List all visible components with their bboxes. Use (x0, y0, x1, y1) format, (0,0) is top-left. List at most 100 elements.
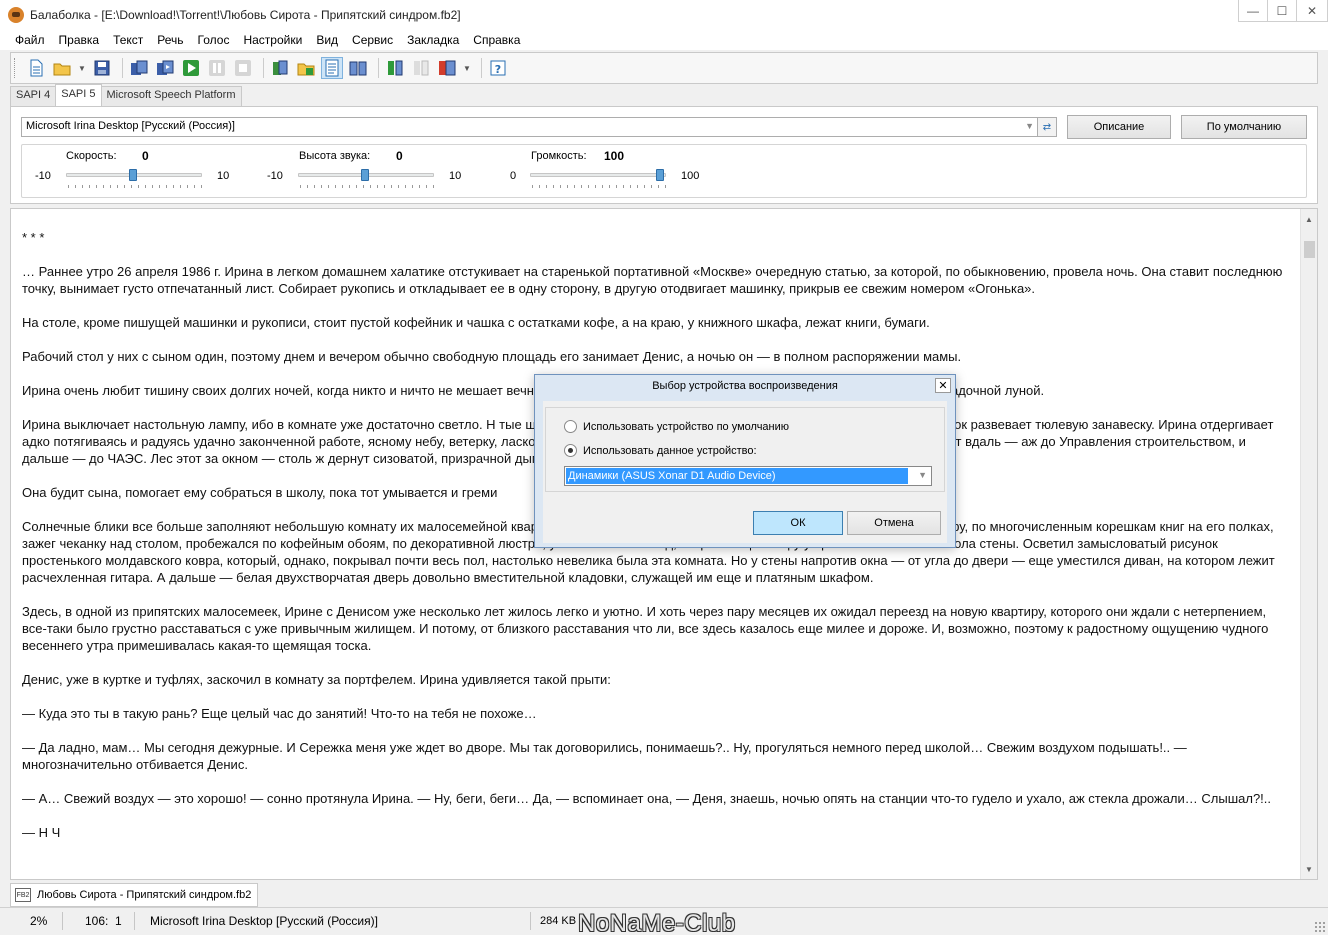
default-button[interactable]: По умолчанию (1181, 115, 1307, 139)
volume-slider-thumb[interactable] (656, 169, 664, 181)
document-paragraph[interactable]: Рабочий стол у них с сыном один, поэтому… (22, 348, 1292, 365)
status-percent: 2% (30, 914, 48, 928)
status-size: 284 KB (540, 915, 577, 927)
menu-bar: Файл Правка Текст Речь Голос Настройки В… (0, 30, 1328, 50)
document-paragraph[interactable]: — А… Свежий воздух — это хорошо! — сонно… (22, 790, 1292, 807)
sliders-group: Скорость: 0 -10 10 Высота звука: 0 -10 1… (21, 144, 1307, 198)
menu-edit[interactable]: Правка (52, 33, 107, 47)
scroll-up-icon[interactable]: ▲ (1301, 211, 1317, 227)
pitch-min: -10 (267, 170, 283, 182)
pitch-value: 0 (396, 149, 403, 163)
document-tab-label: Любовь Сирота - Припятский синдром.fb2 (37, 889, 252, 901)
option-specific-device[interactable]: Использовать данное устройство: (564, 444, 757, 457)
toolbar-separator (378, 58, 379, 78)
vertical-scrollbar[interactable]: ▲ ▼ (1300, 209, 1317, 879)
volume-label: Громкость: (531, 150, 587, 162)
document-paragraph[interactable]: Здесь, в одной из припятских малосемеек,… (22, 603, 1292, 654)
volume-max: 100 (681, 170, 700, 182)
volume-slider-track[interactable] (530, 173, 666, 177)
pitch-slider-thumb[interactable] (361, 169, 369, 181)
chevron-down-icon: ▼ (1025, 121, 1034, 131)
scroll-down-icon[interactable]: ▼ (1301, 861, 1317, 877)
window-title: Балаболка - [E:\Download!\Torrent!\Любов… (30, 8, 461, 22)
ok-button[interactable]: ОК (753, 511, 843, 535)
scroll-thumb[interactable] (1304, 241, 1315, 258)
dialog-close-button[interactable]: ✕ (935, 378, 951, 393)
menu-voice[interactable]: Голос (191, 33, 237, 47)
dictionary-icon[interactable] (436, 57, 458, 79)
close-button[interactable]: ✕ (1296, 0, 1328, 22)
minimize-button[interactable]: — (1238, 0, 1268, 22)
rate-max: 10 (217, 170, 230, 182)
radio-default[interactable] (564, 420, 577, 433)
document-paragraph[interactable]: * * * (22, 229, 1292, 246)
fb2-file-icon: FB2 (15, 888, 31, 902)
text-view-icon[interactable] (321, 57, 343, 79)
device-select[interactable]: Динамики (ASUS Xonar D1 Audio Device) ▼ (564, 466, 932, 486)
tab-speech-platform[interactable]: Microsoft Speech Platform (100, 86, 242, 106)
folder-read-icon[interactable] (295, 57, 317, 79)
description-button[interactable]: Описание (1067, 115, 1171, 139)
toolbar-separator (122, 58, 123, 78)
svg-text:?: ? (495, 63, 501, 76)
resize-grip[interactable] (1314, 921, 1326, 933)
status-separator (134, 912, 135, 930)
tab-sapi4[interactable]: SAPI 4 (10, 86, 57, 106)
option-default-label: Использовать устройство по умолчанию (583, 420, 790, 433)
rate-label: Скорость: (66, 150, 117, 162)
voice-select-value: Microsoft Irina Desktop [Русский (Россия… (26, 120, 235, 132)
swap-voice-icon[interactable]: ⇄ (1037, 117, 1057, 137)
menu-speech[interactable]: Речь (150, 33, 190, 47)
menu-service[interactable]: Сервис (345, 33, 400, 47)
dictionary-dropdown-icon[interactable]: ▼ (462, 57, 472, 79)
document-paragraph[interactable]: На столе, кроме пишущей машинки и рукопи… (22, 314, 1292, 331)
help-icon[interactable]: ? (487, 57, 509, 79)
compare-icon[interactable] (410, 57, 432, 79)
menu-file[interactable]: Файл (8, 33, 52, 47)
split-icon[interactable] (384, 57, 406, 79)
menu-bookmark[interactable]: Закладка (400, 33, 466, 47)
menu-text[interactable]: Текст (106, 33, 150, 47)
rate-slider-thumb[interactable] (129, 169, 137, 181)
document-paragraph[interactable]: Денис, уже в куртке и туфлях, заскочил в… (22, 671, 1292, 688)
engine-tabs: SAPI 4 SAPI 5 Microsoft Speech Platform (10, 84, 242, 106)
document-paragraph[interactable]: — Куда это ты в такую рань? Еще целый ча… (22, 705, 1292, 722)
document-tab[interactable]: FB2 Любовь Сирота - Припятский синдром.f… (10, 883, 259, 907)
cancel-button[interactable]: Отмена (847, 511, 941, 535)
rate-value: 0 (142, 149, 149, 163)
dialog-body: Использовать устройство по умолчанию Исп… (543, 401, 947, 543)
pitch-max: 10 (449, 170, 462, 182)
radio-specific[interactable] (564, 444, 577, 457)
pitch-slider-ticks (300, 185, 434, 188)
pitch-label: Высота звука: (299, 150, 371, 162)
status-bar: 2% 106: 1 Microsoft Irina Desktop [Русск… (0, 907, 1328, 935)
play-icon[interactable] (180, 57, 202, 79)
voice-select[interactable]: Microsoft Irina Desktop [Русский (Россия… (21, 117, 1039, 137)
convert-icon[interactable] (128, 57, 150, 79)
maximize-button[interactable]: ☐ (1267, 0, 1297, 22)
document-tabs: FB2 Любовь Сирота - Припятский синдром.f… (10, 883, 259, 907)
voice-panel: Microsoft Irina Desktop [Русский (Россия… (10, 106, 1318, 204)
toolbar-separator (263, 58, 264, 78)
status-separator (62, 912, 63, 930)
new-document-icon[interactable] (25, 57, 47, 79)
open-dropdown-icon[interactable]: ▼ (77, 57, 87, 79)
volume-min: 0 (510, 170, 517, 182)
document-paragraph[interactable]: … Раннее утро 26 апреля 1986 г. Ирина в … (22, 263, 1292, 297)
option-default-device[interactable]: Использовать устройство по умолчанию (564, 420, 789, 433)
menu-help[interactable]: Справка (466, 33, 527, 47)
menu-view[interactable]: Вид (309, 33, 345, 47)
document-paragraph[interactable]: — Н Ч (22, 824, 1292, 841)
pause-icon[interactable] (206, 57, 228, 79)
watermark: NoNaMe-Club (578, 910, 736, 935)
toolbar-grip[interactable] (14, 58, 17, 78)
stop-icon[interactable] (232, 57, 254, 79)
batch-convert-icon[interactable] (154, 57, 176, 79)
clipboard-read-icon[interactable] (269, 57, 291, 79)
open-folder-icon[interactable] (51, 57, 73, 79)
document-paragraph[interactable]: — Да ладно, мам… Мы сегодня дежурные. И … (22, 739, 1292, 773)
tab-sapi5[interactable]: SAPI 5 (55, 84, 102, 106)
book-icon[interactable] (347, 57, 369, 79)
menu-settings[interactable]: Настройки (236, 33, 309, 47)
save-icon[interactable] (91, 57, 113, 79)
